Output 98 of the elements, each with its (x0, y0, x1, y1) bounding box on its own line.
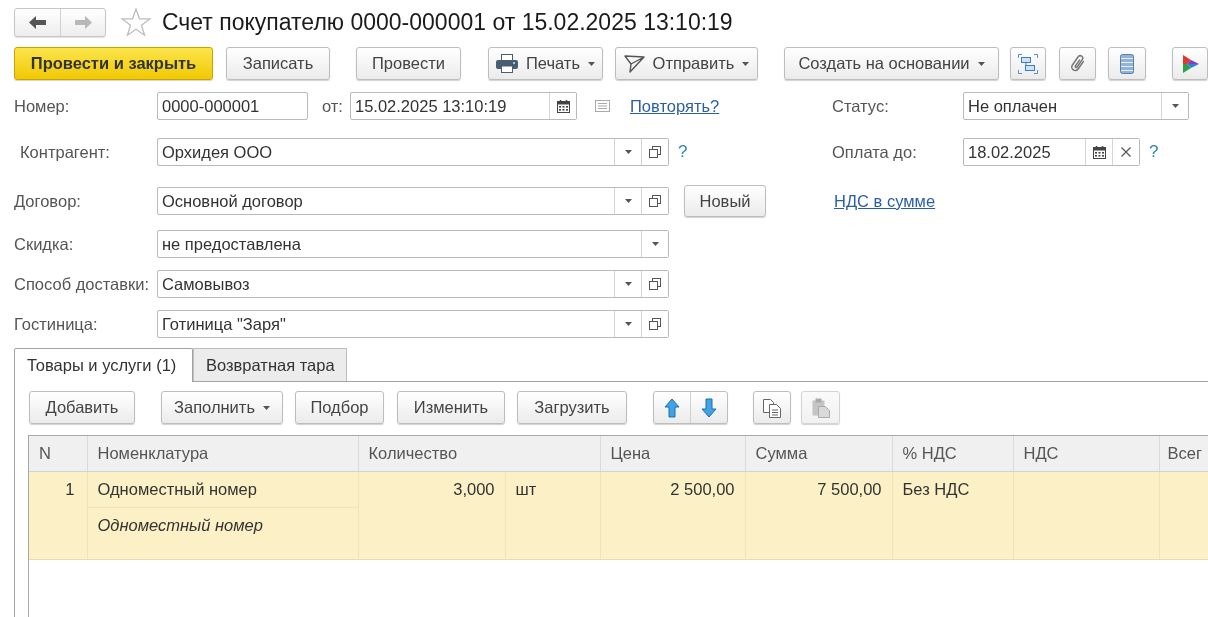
toolbar-button[interactable]: Провести (356, 47, 461, 80)
table-cell-text: Без НДС (901, 478, 971, 500)
column-header[interactable]: Количество (358, 436, 600, 471)
help-link[interactable]: ? (1149, 139, 1159, 165)
column-header[interactable]: НДС (1013, 436, 1159, 471)
toolbar-button[interactable]: Загрузить (517, 391, 627, 424)
tab[interactable]: Возвратная тара (193, 348, 347, 381)
help-link[interactable]: ? (678, 139, 688, 165)
arrow-up-icon (664, 397, 680, 418)
field-label: Оплата до: (832, 141, 918, 163)
table-cell-text: 1 (64, 478, 76, 500)
dropdown-button[interactable] (1161, 93, 1188, 119)
toolbar-button[interactable]: Отправить (615, 47, 758, 80)
hotel-field[interactable]: Готиница "Заря" (157, 310, 669, 338)
open-button[interactable] (641, 139, 668, 165)
overlapping-squares-icon (649, 318, 661, 330)
discount-select[interactable]: не предоставлена (157, 230, 669, 258)
toolbar-icon-button[interactable] (1010, 47, 1046, 80)
toolbar-button[interactable]: Заполнить (161, 391, 283, 424)
field-label: Контрагент: (19, 141, 111, 163)
toolbar-button[interactable]: Изменить (397, 391, 505, 424)
toolbar-button[interactable]: Создать на основании (784, 47, 999, 80)
paper-plane-icon (623, 54, 645, 73)
arrow-right-icon (74, 15, 92, 29)
caret-icon (588, 61, 596, 66)
table-cell-text: шт (514, 478, 538, 500)
arrow-left-icon (29, 15, 46, 29)
caret-icon (1171, 104, 1179, 108)
vat-link[interactable]: НДС в сумме (834, 188, 936, 214)
stacked-bars-icon (1120, 53, 1134, 74)
column-header[interactable]: Всег (1159, 436, 1208, 471)
toolbar-button[interactable]: Записать (226, 47, 330, 80)
date-field[interactable]: 15.02.2025 13:10:19 (350, 92, 577, 120)
field-label: Договор: (14, 190, 82, 212)
caret-icon (651, 242, 659, 246)
table-cell-text: 2 500,00 (669, 478, 736, 500)
caret-icon (742, 61, 750, 66)
arrow-down-icon (701, 397, 717, 418)
caret-icon (263, 405, 270, 410)
repeat-link[interactable]: Повторять? (630, 93, 720, 119)
counterparty-field[interactable]: Орхидея ООО (157, 138, 669, 166)
dropdown-button[interactable] (641, 231, 668, 257)
field-label: Статус: (832, 95, 890, 117)
field-label: Гостиница: (14, 313, 99, 335)
column-header[interactable]: Цена (600, 436, 745, 471)
overlapping-squares-icon (649, 146, 661, 158)
toolbar-icon-button[interactable] (1108, 47, 1146, 80)
copy-icon (762, 397, 782, 418)
paperclip-icon (1069, 53, 1086, 74)
caret-icon (624, 322, 632, 326)
caret-icon (624, 282, 632, 286)
table-row[interactable]: 1 Одноместный номер Одноместный номер 3,000 шт 2 500,00 7 500,00 Без НДС (29, 471, 1208, 559)
status-select[interactable]: Не оплачен (963, 92, 1189, 120)
table-cell: Одноместный номер (87, 471, 358, 508)
caret-icon (624, 150, 632, 154)
column-header[interactable]: Сумма (745, 436, 892, 471)
field-label: от: (322, 95, 344, 117)
table-cell-text: Одноместный номер (96, 514, 264, 536)
clear-icon (1121, 147, 1131, 157)
field-label: Скидка: (14, 233, 75, 255)
diagram-icon (1018, 53, 1038, 74)
table-cell-text: 7 500,00 (816, 478, 883, 500)
printer-icon (495, 54, 518, 73)
window-title: Счет покупателю 0000-000001 от 15.02.2025 13:10:19 (162, 7, 733, 37)
contract-field[interactable]: Основной договор (157, 187, 669, 215)
field-label: Способ доставки: (14, 273, 151, 295)
calendar-icon (556, 99, 570, 113)
calendar-button[interactable] (549, 93, 576, 119)
toolbar-button[interactable]: Добавить (29, 391, 135, 424)
toolbar-icon-button[interactable] (1059, 47, 1096, 80)
number-field[interactable]: 0000-000001 (157, 92, 308, 120)
toolbar-button[interactable]: Печать (488, 47, 603, 80)
calendar-icon (1092, 145, 1106, 159)
toolbar-icon-button[interactable] (1172, 47, 1208, 80)
star-icon[interactable] (121, 7, 151, 37)
open-button[interactable] (641, 311, 668, 337)
caret-icon (977, 61, 985, 66)
overlapping-squares-icon (649, 278, 661, 290)
overlapping-squares-icon (649, 195, 661, 207)
clear-button[interactable] (1112, 139, 1139, 165)
field-label: Номер: (14, 95, 71, 117)
column-header[interactable]: Номенклатура (87, 436, 358, 471)
column-header[interactable]: N (29, 436, 87, 471)
list-icon (595, 100, 610, 112)
delivery-field[interactable]: Самовывоз (157, 270, 669, 298)
tab[interactable]: Товары и услуги (1) (14, 348, 193, 382)
toolbar-button[interactable]: Подбор (295, 391, 384, 424)
caret-icon (624, 199, 632, 203)
new-button[interactable]: Новый (684, 185, 766, 217)
column-header[interactable]: % НДС (892, 436, 1013, 471)
toolbar-button[interactable]: Провести и закрыть (14, 47, 213, 80)
open-button[interactable] (641, 188, 668, 214)
clipboard-icon (811, 397, 830, 418)
triangle-icon (1181, 54, 1199, 73)
copy-button[interactable] (753, 391, 791, 424)
table-cell-text: 3,000 (452, 478, 496, 500)
open-button[interactable] (641, 271, 668, 297)
due-date-field[interactable]: 18.02.2025 (963, 138, 1140, 166)
